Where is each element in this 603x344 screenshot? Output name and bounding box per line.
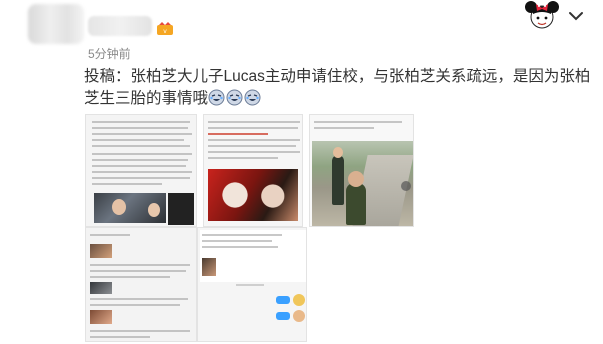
text-line — [90, 276, 170, 278]
text-line — [208, 145, 296, 147]
chevron-down-icon[interactable] — [568, 10, 584, 22]
text-line — [92, 183, 162, 185]
mickey-avatar-icon[interactable] — [523, 0, 561, 30]
vip-badge-icon: v — [157, 22, 173, 35]
image-thumbnail-5[interactable] — [197, 227, 307, 342]
text-line — [92, 159, 188, 161]
text-line — [92, 145, 190, 147]
text-line — [208, 133, 268, 135]
avatar — [293, 310, 305, 322]
text-line — [92, 177, 190, 179]
text-line — [90, 330, 190, 332]
person-head-shape — [348, 171, 364, 187]
image-thumbnail-3[interactable] — [309, 114, 414, 227]
face-shape — [112, 199, 126, 215]
text-line — [90, 336, 150, 338]
person-shape — [332, 155, 344, 205]
text-line — [208, 121, 300, 123]
text-line — [314, 127, 374, 129]
text-line — [90, 270, 186, 272]
text-line — [90, 304, 180, 306]
weibo-post-card: v 5分钟前 投稿：张柏芝大儿子Lucas主动申请住校，与张柏芝关系疏远，是因为… — [0, 0, 603, 344]
blurred-username[interactable] — [88, 16, 152, 36]
text-line — [90, 234, 130, 236]
text-line — [202, 246, 278, 248]
play-icon — [401, 181, 411, 191]
thumbnail-photo — [202, 258, 216, 276]
image-thumbnail-1[interactable] — [85, 114, 197, 227]
text-line — [90, 264, 190, 266]
chat-bubble — [276, 296, 290, 304]
post-timestamp: 5分钟前 — [88, 47, 131, 61]
blurred-user-avatar[interactable] — [28, 4, 84, 44]
text-line — [92, 133, 192, 135]
text-line — [92, 153, 192, 155]
text-line — [92, 121, 190, 123]
image-thumbnail-4[interactable] — [85, 227, 197, 342]
text-line — [208, 139, 300, 141]
svg-text:v: v — [163, 28, 167, 35]
image-thumbnail-2[interactable] — [203, 114, 303, 227]
person-shape — [346, 183, 366, 225]
post-text: 投稿：张柏芝大儿子Lucas主动申请住校，与张柏芝关系疏远，是因为张柏芝生三胎的… — [84, 66, 594, 110]
thumbnail-photo — [90, 282, 112, 294]
text-line — [92, 139, 184, 141]
text-line — [202, 240, 272, 242]
text-line — [92, 127, 188, 129]
text-line — [314, 121, 402, 123]
avatar — [293, 294, 305, 306]
text-line — [92, 165, 186, 167]
thumbnail-photo — [90, 310, 112, 324]
laughing-emoji-icon — [226, 89, 243, 106]
text-line — [208, 151, 300, 153]
text-line — [92, 171, 192, 173]
chat-bubble — [276, 312, 290, 320]
text-line — [90, 298, 188, 300]
post-text-content: 投稿：张柏芝大儿子Lucas主动申请住校，与张柏芝关系疏远，是因为张柏芝生三胎的… — [84, 68, 591, 107]
laughing-emoji-icon — [244, 89, 261, 106]
text-line — [208, 157, 278, 159]
text-line — [208, 127, 298, 129]
laughing-emoji-icon — [208, 89, 225, 106]
dark-badge-box — [168, 193, 194, 225]
text-line — [236, 284, 264, 286]
thumbnail-photo — [90, 244, 112, 258]
thumbnail-photo — [208, 169, 298, 221]
person-head-shape — [333, 147, 343, 158]
face-shape — [148, 203, 160, 217]
text-line — [202, 234, 282, 236]
